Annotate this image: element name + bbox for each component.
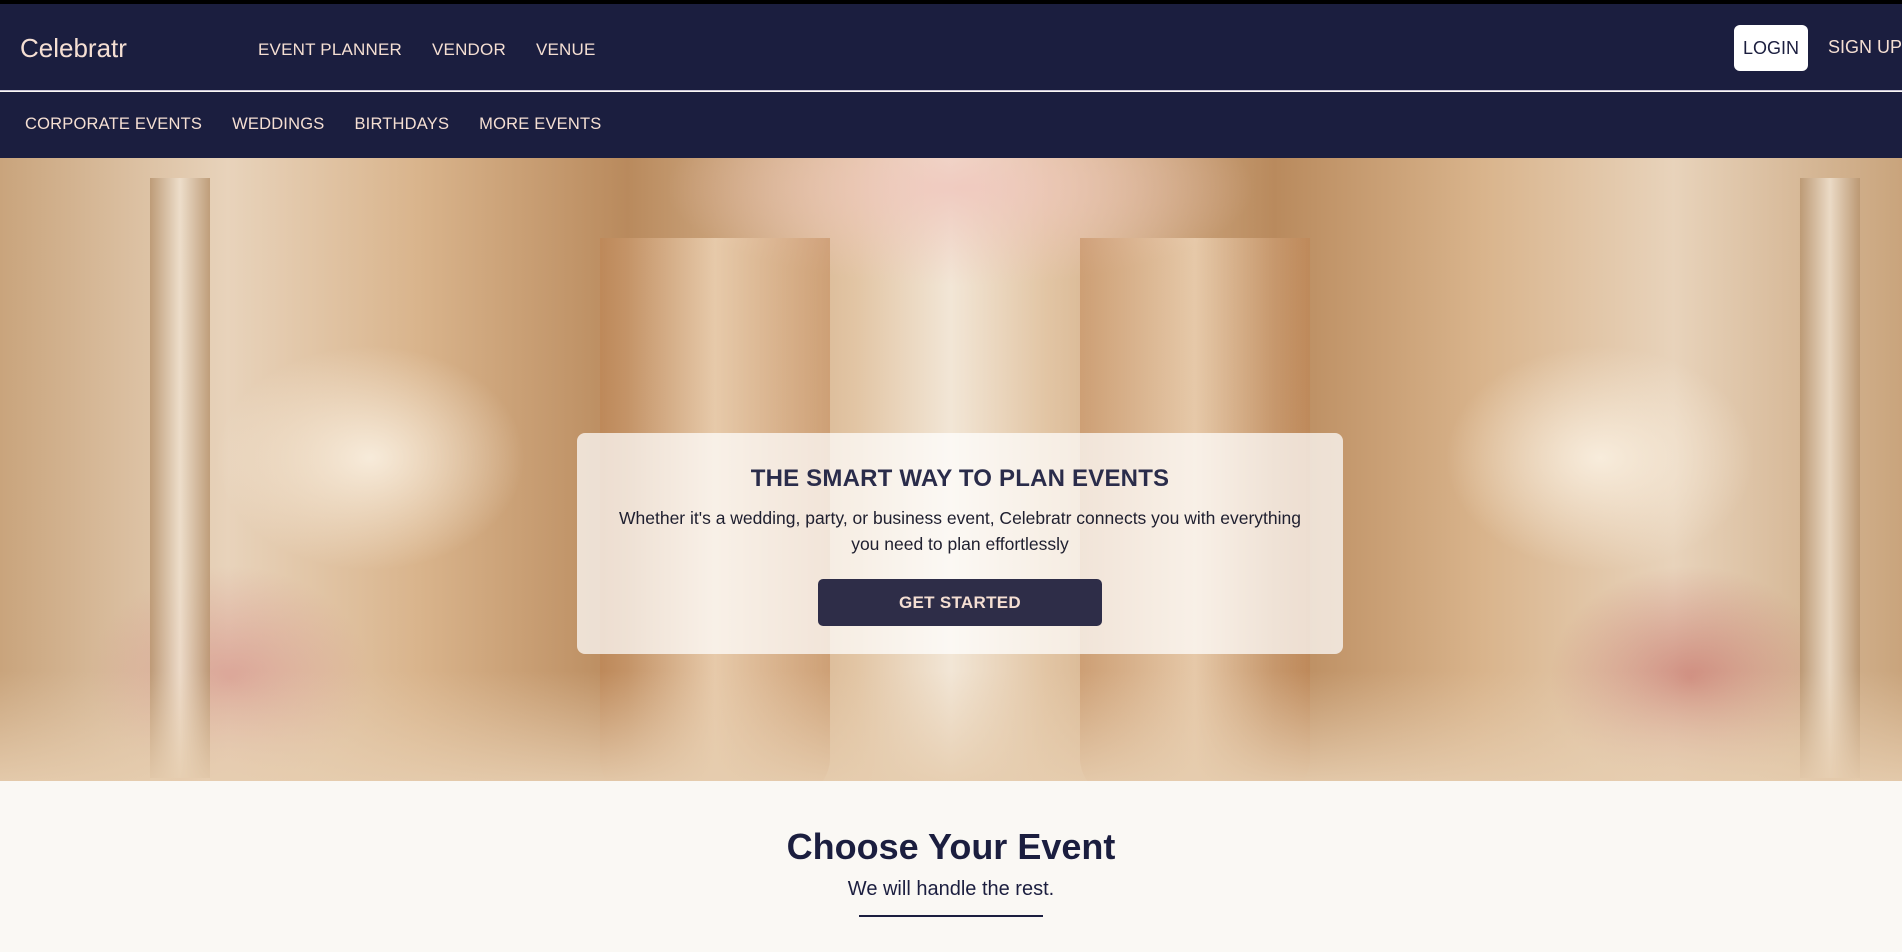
subnav-weddings[interactable]: WEDDINGS: [232, 115, 324, 134]
section-subtitle: We will handle the rest.: [847, 878, 1055, 900]
hero-description: Whether it's a wedding, party, or busine…: [619, 508, 1301, 554]
hero-floor: [0, 671, 1902, 781]
main-nav: EVENT PLANNER VENDOR VENUE: [258, 40, 626, 60]
choose-event-section: Choose Your Event We will handle the res…: [0, 781, 1902, 952]
top-navbar: Celebratr EVENT PLANNER VENDOR VENUE LOG…: [0, 4, 1902, 91]
hero-title: THE SMART WAY TO PLAN EVENTS: [750, 465, 1170, 492]
event-category-nav: CORPORATE EVENTS WEDDINGS BIRTHDAYS MORE…: [0, 92, 1902, 158]
subnav-corporate-events[interactable]: CORPORATE EVENTS: [25, 115, 202, 134]
section-divider: [859, 915, 1043, 917]
get-started-button[interactable]: GET STARTED: [818, 579, 1102, 626]
login-button[interactable]: LOGIN: [1734, 25, 1808, 71]
section-title: Choose Your Event: [786, 826, 1116, 867]
subnav-birthdays[interactable]: BIRTHDAYS: [354, 115, 449, 134]
hero-card: THE SMART WAY TO PLAN EVENTS Whether it'…: [577, 433, 1343, 654]
subnav-more-events[interactable]: MORE EVENTS: [479, 115, 601, 134]
nav-event-planner[interactable]: EVENT PLANNER: [258, 40, 402, 60]
nav-venue[interactable]: VENUE: [536, 40, 596, 60]
signup-link[interactable]: SIGN UP: [1828, 37, 1902, 58]
nav-vendor[interactable]: VENDOR: [432, 40, 506, 60]
hero-banner: THE SMART WAY TO PLAN EVENTS Whether it'…: [0, 158, 1902, 781]
brand-logo[interactable]: Celebratr: [20, 33, 127, 64]
